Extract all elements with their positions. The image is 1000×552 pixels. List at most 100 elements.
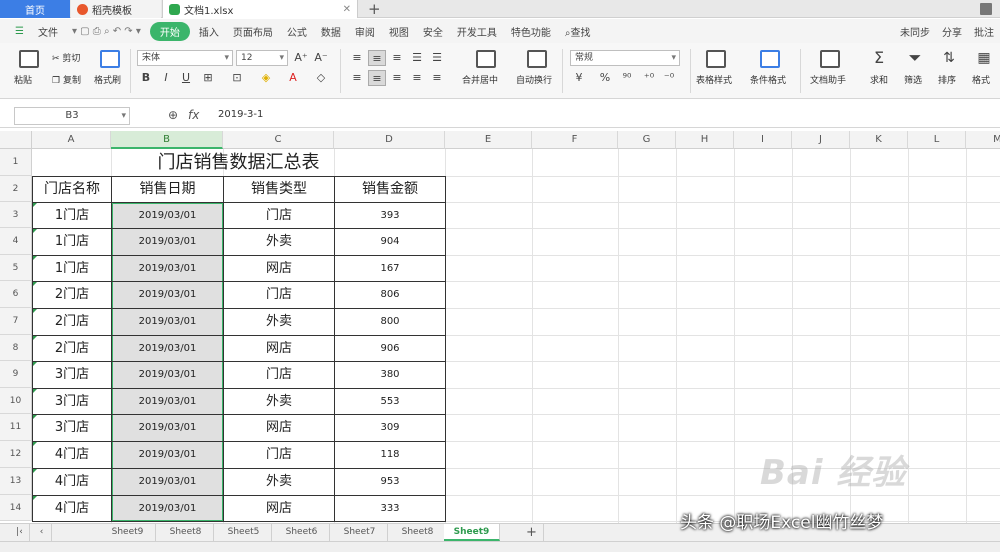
conditional-format-button[interactable]: 条件格式: [750, 73, 786, 86]
format-button[interactable]: 格式: [972, 73, 990, 86]
fill-color-icon[interactable]: ◈: [257, 70, 275, 86]
sheet-tab-4[interactable]: Sheet6: [274, 524, 330, 541]
table-cell[interactable]: 800: [335, 309, 445, 335]
sync-status[interactable]: 未同步: [900, 24, 930, 39]
row-header-10[interactable]: 10: [0, 388, 32, 414]
table-style-button[interactable]: 表格样式: [696, 73, 732, 86]
prev-sheet-icon[interactable]: ‹: [32, 524, 52, 541]
table-cell[interactable]: 2019/03/01: [112, 229, 223, 255]
table-cell[interactable]: 外卖: [224, 229, 334, 255]
table-cell[interactable]: 309: [335, 415, 445, 441]
table-cell[interactable]: 网店: [224, 256, 334, 281]
merge-center-icon[interactable]: [476, 50, 496, 68]
sheet-tab-5[interactable]: Sheet7: [332, 524, 388, 541]
menu-security[interactable]: 安全: [416, 24, 450, 39]
align-center-icon[interactable]: ≡: [368, 70, 386, 86]
decrease-decimal-icon[interactable]: ⁻⁰: [660, 70, 678, 86]
row-header-3[interactable]: 3: [0, 202, 32, 228]
share-button[interactable]: 分享: [942, 24, 962, 39]
format-icon[interactable]: ▦: [975, 50, 993, 66]
row-header-13[interactable]: 13: [0, 468, 32, 495]
justify-icon[interactable]: ≡: [408, 70, 426, 86]
menu-features[interactable]: 特色功能: [504, 24, 558, 39]
row-header-6[interactable]: 6: [0, 281, 32, 308]
row-header-1[interactable]: 1: [0, 149, 32, 176]
align-bottom-icon[interactable]: ≡: [388, 50, 406, 66]
menu-insert[interactable]: 插入: [192, 24, 226, 39]
row-header-8[interactable]: 8: [0, 335, 32, 361]
table-cell[interactable]: 1门店: [33, 256, 111, 281]
merge-center-button[interactable]: 合并居中: [462, 73, 498, 86]
table-cell[interactable]: 外卖: [224, 389, 334, 414]
table-cell[interactable]: 门店: [224, 362, 334, 388]
format-painter-button[interactable]: 格式刷: [94, 73, 121, 86]
column-header-B[interactable]: B: [111, 131, 223, 149]
table-cell[interactable]: 门店: [224, 282, 334, 308]
table-cell[interactable]: 门店: [224, 203, 334, 228]
table-cell[interactable]: 333: [335, 496, 445, 521]
hamburger-menu-icon[interactable]: ☰: [8, 26, 31, 37]
align-middle-icon[interactable]: ≡: [368, 50, 386, 66]
sort-button[interactable]: 排序: [938, 73, 956, 86]
font-color-icon[interactable]: A: [284, 70, 302, 86]
align-left-icon[interactable]: ≡: [348, 70, 366, 86]
table-cell[interactable]: 门店: [224, 442, 334, 468]
row-header-5[interactable]: 5: [0, 255, 32, 281]
tab-document[interactable]: 文档1.xlsx ✕: [162, 0, 358, 18]
menu-file[interactable]: 文件: [31, 24, 65, 39]
table-cell[interactable]: 2门店: [33, 282, 111, 308]
table-cell[interactable]: 外卖: [224, 469, 334, 495]
table-cell[interactable]: 网店: [224, 415, 334, 441]
column-header-J[interactable]: J: [792, 131, 850, 149]
table-cell[interactable]: 3门店: [33, 389, 111, 414]
menu-developer[interactable]: 开发工具: [450, 24, 504, 39]
number-format-select[interactable]: 常规: [570, 50, 680, 66]
clear-format-icon[interactable]: ◇: [312, 70, 330, 86]
thousands-icon[interactable]: ⁹⁰: [618, 70, 636, 86]
table-cell[interactable]: 167: [335, 256, 445, 281]
table-cell[interactable]: 4门店: [33, 469, 111, 495]
table-cell[interactable]: 2门店: [33, 309, 111, 335]
tab-docer[interactable]: 稻壳模板: [71, 0, 161, 18]
menu-page-layout[interactable]: 页面布局: [226, 24, 280, 39]
column-header-K[interactable]: K: [850, 131, 908, 149]
format-painter-icon[interactable]: [100, 50, 120, 68]
border-icon[interactable]: ⊞: [199, 70, 217, 86]
increase-decimal-icon[interactable]: ⁺⁰: [640, 70, 658, 86]
wrap-text-button[interactable]: 自动换行: [516, 73, 552, 86]
column-header-C[interactable]: C: [223, 131, 334, 149]
shrink-font-icon[interactable]: A⁻: [312, 50, 330, 66]
underline-icon[interactable]: U: [177, 70, 195, 86]
distributed-icon[interactable]: ≡: [428, 70, 446, 86]
table-cell[interactable]: 953: [335, 469, 445, 495]
table-cell[interactable]: 2019/03/01: [112, 389, 223, 414]
column-header-H[interactable]: H: [676, 131, 734, 149]
table-style-icon[interactable]: [706, 50, 726, 68]
copy-button[interactable]: ❐ 复制: [52, 73, 81, 86]
table-cell[interactable]: 外卖: [224, 309, 334, 335]
doc-helper-button[interactable]: 文档助手: [810, 73, 846, 86]
table-cell[interactable]: 904: [335, 229, 445, 255]
select-all-corner[interactable]: [0, 131, 32, 149]
column-header-D[interactable]: D: [334, 131, 445, 149]
wrap-text-icon[interactable]: [527, 50, 547, 68]
sheet-tab-6[interactable]: Sheet8: [390, 524, 446, 541]
menu-data[interactable]: 数据: [314, 24, 348, 39]
function-icon[interactable]: fx: [188, 108, 199, 122]
doc-helper-icon[interactable]: [820, 50, 840, 68]
conditional-format-icon[interactable]: [760, 50, 780, 68]
bold-icon[interactable]: B: [137, 70, 155, 86]
percent-icon[interactable]: %: [596, 70, 614, 86]
tab-home[interactable]: 首页: [0, 0, 70, 18]
sort-icon[interactable]: ⇅: [940, 50, 958, 66]
table-cell[interactable]: 2019/03/01: [112, 415, 223, 441]
table-cell[interactable]: 网店: [224, 336, 334, 361]
table-cell[interactable]: 380: [335, 362, 445, 388]
table-cell[interactable]: 2019/03/01: [112, 336, 223, 361]
align-right-icon[interactable]: ≡: [388, 70, 406, 86]
row-header-14[interactable]: 14: [0, 495, 32, 521]
table-cell[interactable]: 2门店: [33, 336, 111, 361]
table-cell[interactable]: 3门店: [33, 362, 111, 388]
menu-search[interactable]: ⌕查找: [558, 24, 598, 39]
row-header-2[interactable]: 2: [0, 176, 32, 202]
